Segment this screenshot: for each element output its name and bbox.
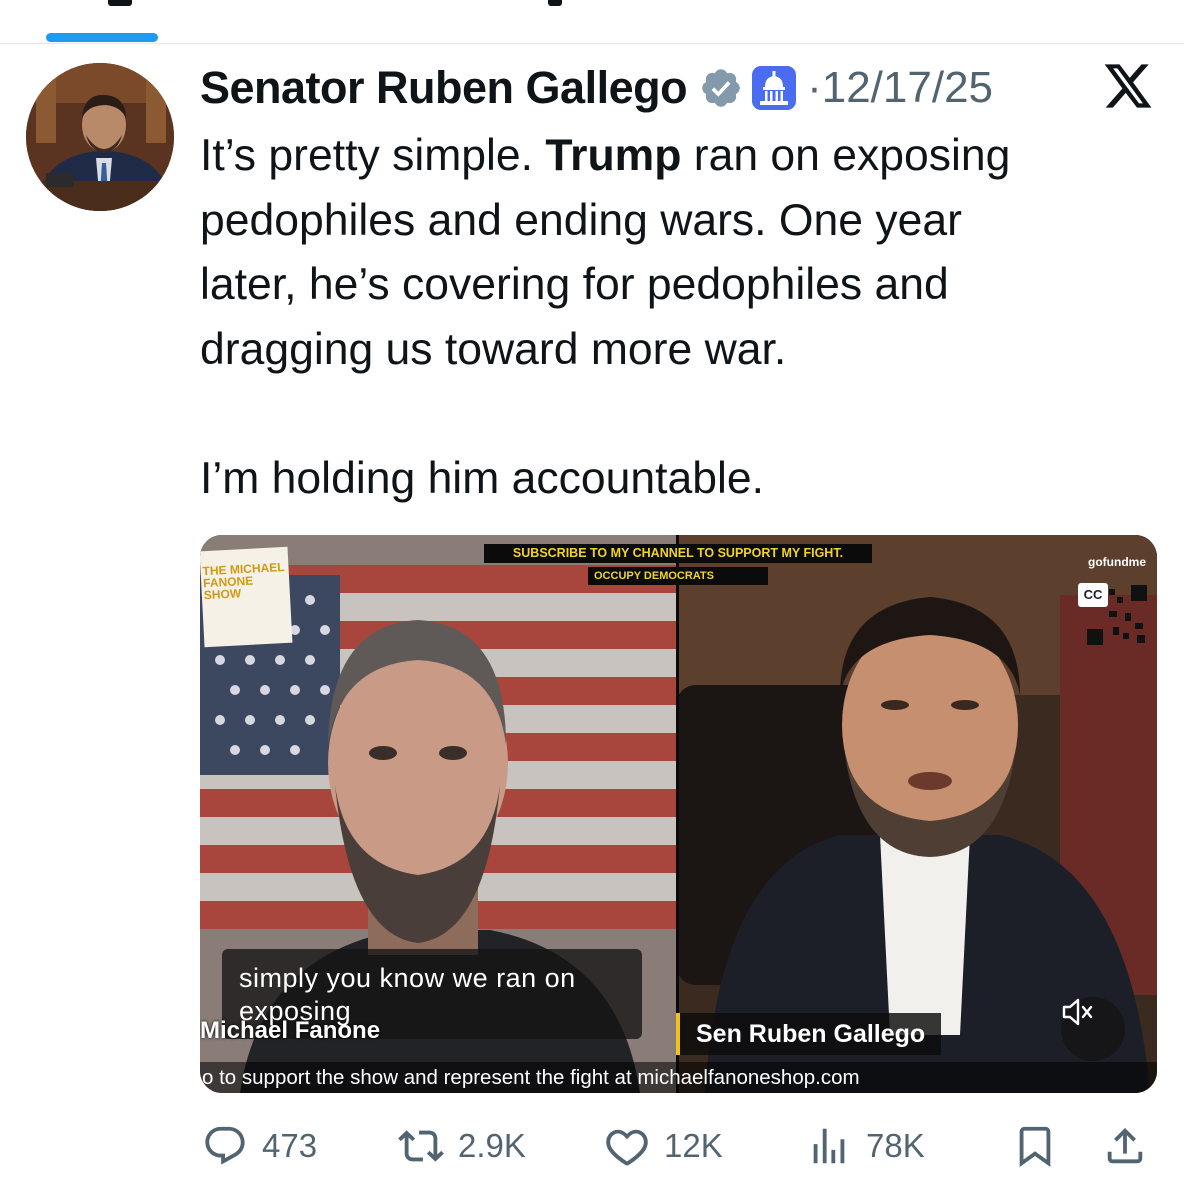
occupy-democrats-logo: OCCUPY DEMOCRATS — [588, 567, 768, 585]
share-icon — [1107, 1127, 1143, 1164]
subscribe-banner: SUBSCRIBE TO MY CHANNEL TO SUPPORT MY FI… — [484, 544, 872, 563]
muted-speaker-icon — [1062, 998, 1093, 1026]
repost-count: 2.9K — [458, 1127, 526, 1164]
reply-count: 473 — [262, 1127, 318, 1164]
video-player[interactable]: THE MICHAEL FANONE SHOW SUBSCRIBE TO MY … — [200, 535, 1157, 1093]
action-bar: 473 2.9K 12K 78K — [0, 1114, 1184, 1178]
previous-tab-fragment — [548, 0, 562, 6]
previous-tab-fragment — [108, 0, 132, 6]
text-line: I’m holding him accountable. — [200, 453, 764, 503]
capitol-building-icon — [752, 66, 797, 110]
share-button[interactable] — [1102, 1114, 1148, 1178]
bookmark-icon — [1019, 1126, 1051, 1167]
right-speaker-name: Sen Ruben Gallego — [676, 1013, 942, 1055]
show-logo: THE MICHAEL FANONE SHOW — [200, 546, 293, 648]
closed-captions-button[interactable]: CC — [1078, 583, 1108, 607]
reply-icon — [205, 1126, 245, 1165]
date-value: 12/17/25 — [821, 63, 994, 112]
verified-badge-icon — [702, 69, 740, 107]
post-text: It’s pretty simple. Trump ran on exposin… — [200, 124, 1160, 511]
repost-icon — [398, 1130, 444, 1162]
avatar-photo — [26, 63, 174, 211]
view-count: 78K — [866, 1127, 925, 1164]
post-header: Senator Ruben Gallego ·12/17/25 — [200, 56, 993, 120]
text-line: later, he’s covering for pedophiles and — [200, 260, 949, 309]
video-caption: simply you know we ran on exposing — [239, 963, 576, 1026]
views-button[interactable]: 78K — [806, 1114, 925, 1178]
like-button[interactable]: 12K — [604, 1114, 723, 1178]
author-name[interactable]: Senator Ruben Gallego — [200, 62, 688, 114]
text-line: It’s pretty simple. Trump ran on exposin… — [200, 131, 1011, 180]
heart-icon — [606, 1129, 648, 1166]
text-line: pedophiles and ending wars. One year — [200, 195, 962, 245]
post-date[interactable]: ·12/17/25 — [807, 63, 993, 113]
text-line: dragging us toward more war. — [200, 324, 787, 374]
like-count: 12K — [664, 1127, 723, 1164]
gofundme-logo: gofundme — [1088, 555, 1146, 569]
bookmark-button[interactable] — [1012, 1114, 1058, 1178]
x-logo-icon[interactable] — [1102, 62, 1154, 110]
divider — [0, 43, 1184, 44]
date-separator: · — [807, 63, 822, 112]
mute-button[interactable] — [1061, 997, 1125, 1061]
repost-button[interactable]: 2.9K — [398, 1114, 526, 1178]
bottom-ticker: o to support the show and represent the … — [200, 1062, 1157, 1093]
avatar[interactable] — [26, 63, 174, 211]
active-tab-indicator — [46, 33, 158, 42]
reply-button[interactable]: 473 — [202, 1114, 317, 1178]
views-icon — [813, 1128, 845, 1164]
bold-mention: Trump — [545, 131, 682, 180]
